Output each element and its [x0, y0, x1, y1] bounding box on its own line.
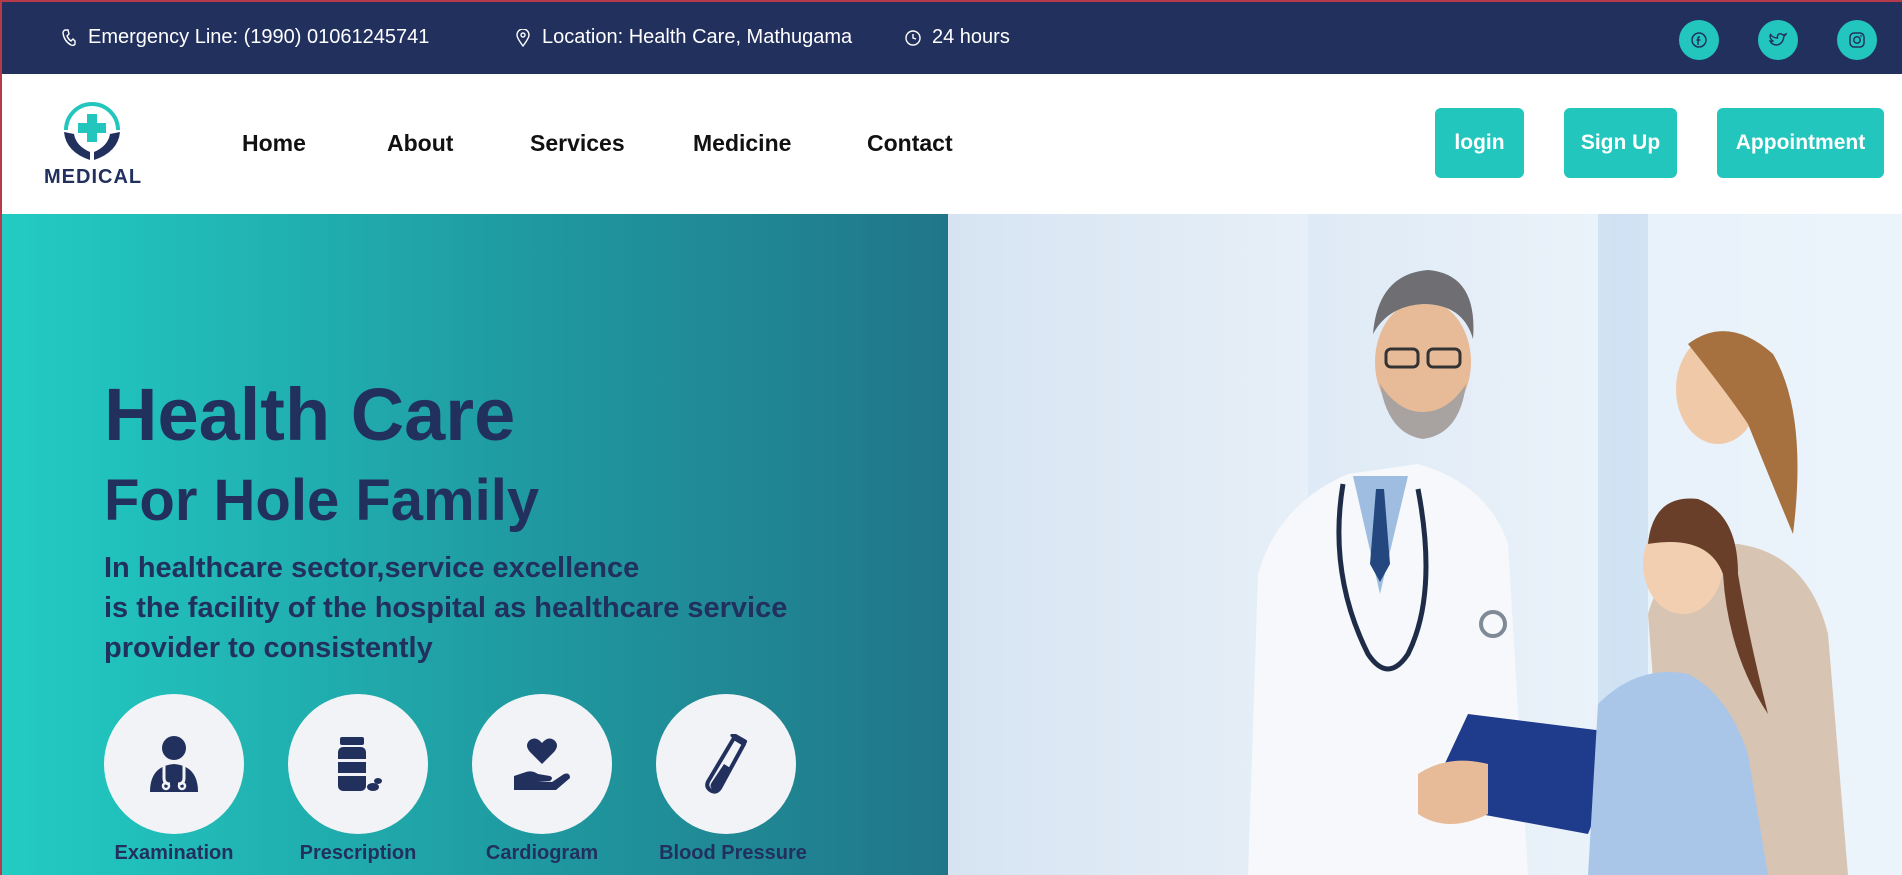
location-text: Location: Health Care, Mathugama: [542, 26, 853, 48]
medical-cross-hands-icon: [64, 102, 120, 160]
top-info-bar: Emergency Line: (1990) 01061245741 Locat…: [0, 0, 1902, 74]
nav-home[interactable]: Home: [242, 130, 306, 157]
service-cardiogram[interactable]: Cardiogram: [472, 694, 612, 864]
emergency-text: Emergency Line: (1990) 01061245741: [88, 26, 430, 48]
hero-subtitle: For Hole Family: [104, 468, 540, 533]
facebook-icon: [1691, 32, 1707, 48]
nav-services[interactable]: Services: [530, 130, 625, 157]
instagram-icon: [1849, 32, 1865, 48]
main-navigation: MEDICAL Home About Services Medicine Con…: [0, 74, 1902, 214]
service-circle[interactable]: [104, 694, 244, 834]
service-circle[interactable]: [656, 694, 796, 834]
service-prescription[interactable]: Prescription: [288, 694, 428, 864]
appointment-button[interactable]: Appointment: [1717, 108, 1884, 178]
hero-desc-line-3: provider to consistently: [104, 632, 433, 664]
hero-description: In healthcare sector,service excellence …: [104, 548, 824, 668]
doctor-icon: [150, 736, 198, 792]
service-examination[interactable]: Examination: [104, 694, 244, 864]
instagram-link[interactable]: [1837, 20, 1877, 60]
service-circle[interactable]: [472, 694, 612, 834]
clock-icon: [904, 29, 922, 47]
pill-bottle-icon: [338, 737, 382, 791]
emergency-line: Emergency Line: (1990) 01061245741: [60, 26, 429, 49]
facebook-link[interactable]: [1679, 20, 1719, 60]
hours-info: 24 hours: [904, 26, 1010, 49]
logo-text: MEDICAL: [44, 166, 143, 188]
hero-desc-line-2: is the facility of the hospital as healt…: [104, 592, 788, 624]
phone-icon: [60, 28, 78, 47]
test-tube-icon: [705, 734, 748, 794]
location-info: Location: Health Care, Mathugama: [514, 26, 852, 49]
doctor-family-illustration: [1248, 214, 1902, 875]
hero-desc-line-1: In healthcare sector,service excellence: [104, 552, 640, 584]
twitter-icon: [1769, 32, 1787, 46]
hero-section: Health Care For Hole Family In healthcar…: [0, 214, 1902, 875]
hero-photo-doctor-family: [948, 214, 1902, 875]
service-blood-pressure[interactable]: Blood Pressure: [656, 694, 807, 864]
medical-logo[interactable]: MEDICAL: [42, 100, 146, 192]
service-circle[interactable]: [288, 694, 428, 834]
service-label: Prescription: [299, 842, 417, 864]
sign-up-button[interactable]: Sign Up: [1564, 108, 1677, 178]
hours-text: 24 hours: [932, 26, 1010, 48]
service-label: Examination: [114, 842, 234, 864]
nav-contact[interactable]: Contact: [867, 130, 953, 157]
login-button[interactable]: login: [1435, 108, 1524, 178]
location-pin-icon: [514, 28, 532, 47]
hero-text-panel: Health Care For Hole Family In healthcar…: [2, 214, 948, 875]
heart-hand-icon: [514, 738, 570, 790]
twitter-link[interactable]: [1758, 20, 1798, 60]
hero-title: Health Care: [104, 373, 516, 456]
service-label: Cardiogram: [485, 842, 599, 864]
nav-medicine[interactable]: Medicine: [693, 130, 791, 157]
service-label: Blood Pressure: [659, 842, 807, 864]
nav-about[interactable]: About: [387, 130, 453, 157]
